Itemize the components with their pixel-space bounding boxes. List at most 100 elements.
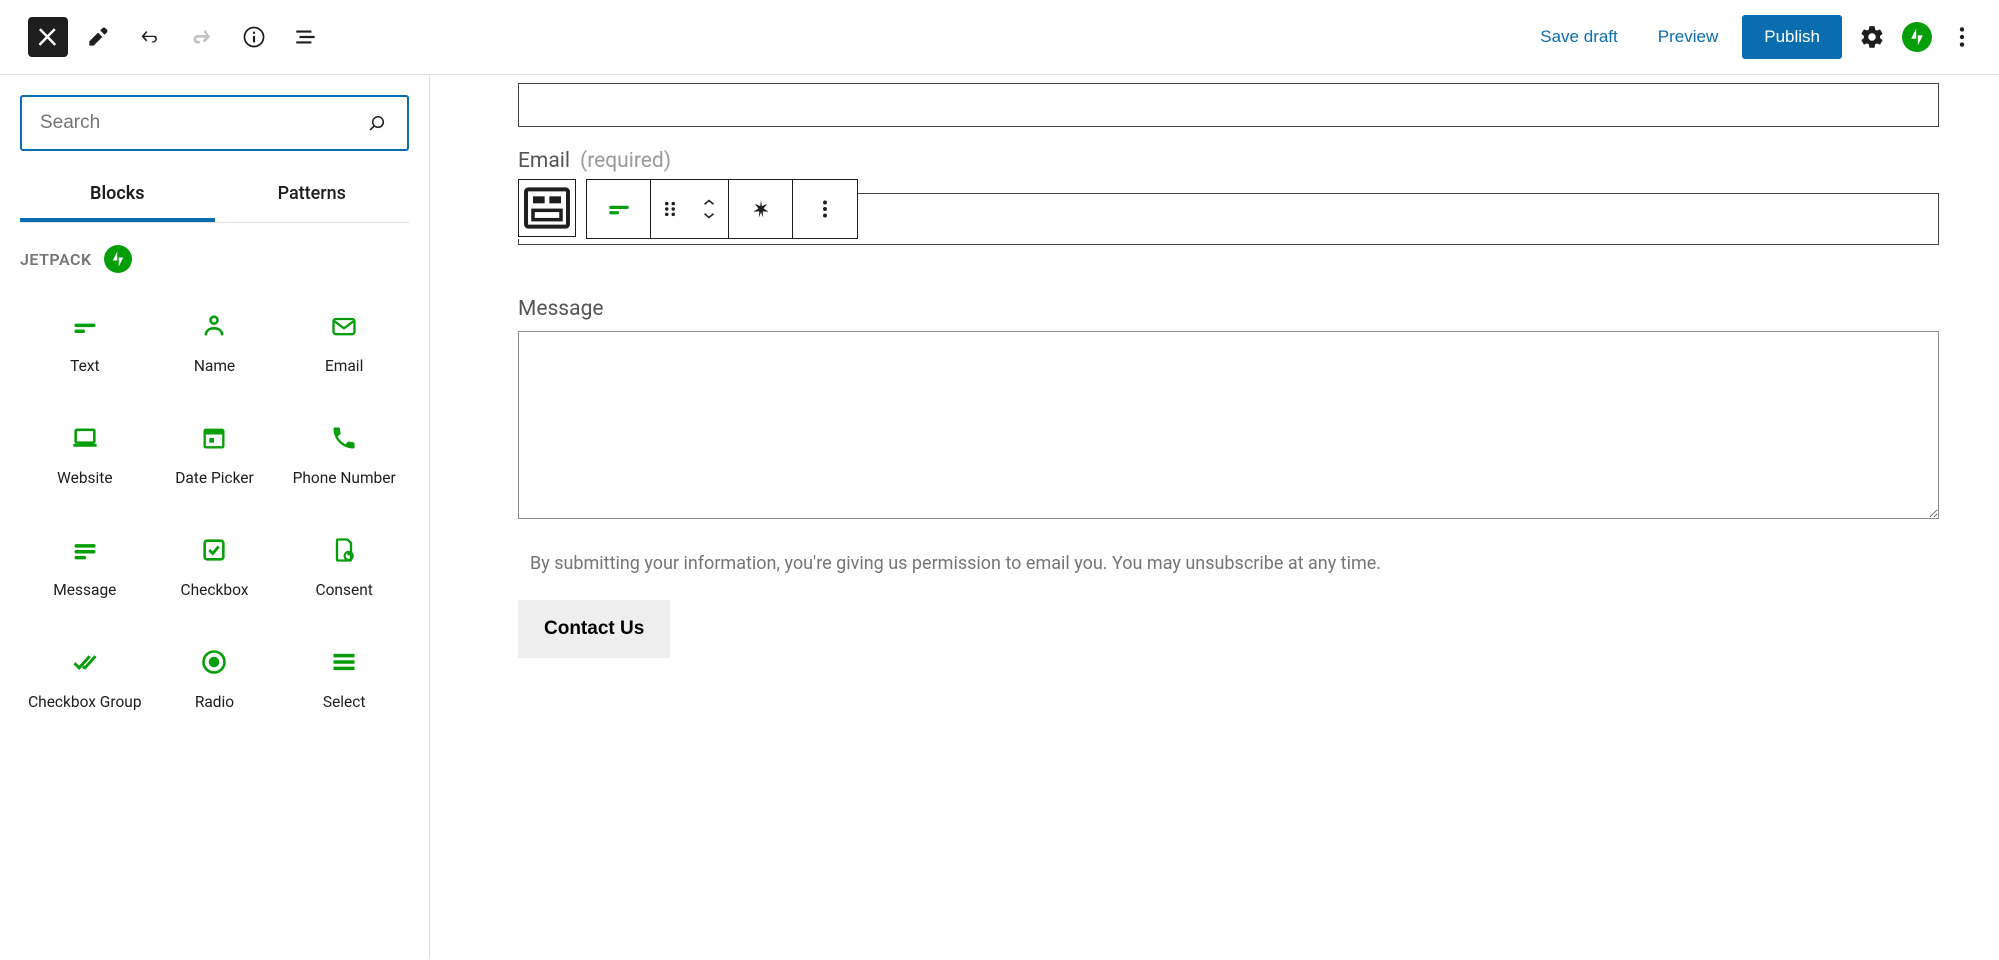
- block-checkbox-group[interactable]: Checkbox Group: [20, 621, 150, 733]
- toolbar-right: Save draft Preview Publish: [1524, 15, 1984, 59]
- name-input[interactable]: [518, 83, 1939, 127]
- undo-button[interactable]: [128, 15, 172, 59]
- save-draft-button[interactable]: Save draft: [1524, 17, 1634, 57]
- text-field-icon: [606, 196, 632, 222]
- editor-canvas: Email (required): [430, 75, 1999, 959]
- block-label: Radio: [195, 693, 234, 712]
- message-label: Message: [518, 297, 1939, 321]
- redo-button[interactable]: [180, 15, 224, 59]
- drag-icon: [657, 196, 683, 222]
- layout-container: Blocks Patterns JETPACK Text Name Email: [0, 75, 1999, 959]
- phone-icon: [329, 423, 359, 453]
- gear-icon: [1859, 24, 1885, 50]
- block-toolbar: [518, 179, 858, 239]
- block-date-picker[interactable]: Date Picker: [150, 397, 280, 509]
- publish-button[interactable]: Publish: [1742, 15, 1842, 59]
- top-toolbar: Save draft Preview Publish: [0, 0, 1999, 75]
- chevron-up-icon[interactable]: [700, 195, 718, 209]
- message-icon: [70, 535, 100, 565]
- label-text: Message: [518, 297, 604, 321]
- edit-button[interactable]: [76, 15, 120, 59]
- select-icon: [329, 647, 359, 677]
- double-check-icon: [70, 647, 100, 677]
- block-radio[interactable]: Radio: [150, 621, 280, 733]
- redo-icon: [189, 24, 215, 50]
- inserter-tabs: Blocks Patterns: [20, 169, 409, 223]
- block-select[interactable]: Select: [279, 621, 409, 733]
- outline-button[interactable]: [284, 15, 328, 59]
- section-header-jetpack: JETPACK: [20, 245, 409, 273]
- info-button[interactable]: [232, 15, 276, 59]
- info-icon: [241, 24, 267, 50]
- person-icon: [199, 311, 229, 341]
- email-field-block[interactable]: Email (required): [518, 149, 1939, 245]
- block-more-button[interactable]: [793, 180, 857, 238]
- consent-text: By submitting your information, you're g…: [530, 553, 1939, 574]
- block-label: Name: [194, 357, 235, 376]
- more-vertical-icon: [812, 196, 838, 222]
- block-label: Consent: [315, 581, 372, 600]
- block-checkbox[interactable]: Checkbox: [150, 509, 280, 621]
- more-options-button[interactable]: [1940, 15, 1984, 59]
- toolbar-left: [28, 15, 328, 59]
- preview-button[interactable]: Preview: [1642, 17, 1734, 57]
- block-label: Message: [53, 581, 116, 600]
- contact-us-button[interactable]: Contact Us: [518, 600, 670, 658]
- block-label: Email: [325, 357, 363, 376]
- list-view-icon: [293, 24, 319, 50]
- block-label: Checkbox Group: [28, 693, 141, 712]
- jetpack-icon: [1907, 27, 1927, 47]
- block-label: Text: [70, 357, 99, 376]
- required-toggle-button[interactable]: [729, 180, 793, 238]
- chevron-down-icon[interactable]: [700, 209, 718, 223]
- block-name[interactable]: Name: [150, 285, 280, 397]
- undo-icon: [137, 24, 163, 50]
- block-label: Date Picker: [175, 469, 254, 488]
- block-consent[interactable]: Consent: [279, 509, 409, 621]
- block-phone-number[interactable]: Phone Number: [279, 397, 409, 509]
- pencil-icon: [85, 24, 111, 50]
- text-field-icon: [70, 311, 100, 341]
- block-email[interactable]: Email: [279, 285, 409, 397]
- close-icon: [35, 24, 61, 50]
- radio-icon: [199, 647, 229, 677]
- checkbox-icon: [199, 535, 229, 565]
- message-field-block[interactable]: Message: [518, 297, 1939, 523]
- parent-block-button[interactable]: [518, 179, 576, 237]
- search-icon: [365, 111, 389, 135]
- label-text: Email: [518, 149, 570, 173]
- block-label: Website: [57, 469, 113, 488]
- block-label: Phone Number: [293, 469, 396, 488]
- section-title: JETPACK: [20, 250, 92, 269]
- required-indicator: (required): [580, 149, 671, 173]
- settings-button[interactable]: [1850, 15, 1894, 59]
- email-label: Email (required): [518, 149, 1939, 173]
- block-inserter-sidebar: Blocks Patterns JETPACK Text Name Email: [0, 75, 430, 959]
- block-text[interactable]: Text: [20, 285, 150, 397]
- laptop-icon: [70, 423, 100, 453]
- mover-buttons: [689, 180, 729, 238]
- block-label: Select: [323, 693, 366, 712]
- calendar-icon: [199, 423, 229, 453]
- block-website[interactable]: Website: [20, 397, 150, 509]
- jetpack-badge-icon: [104, 245, 132, 273]
- block-message[interactable]: Message: [20, 509, 150, 621]
- tab-patterns[interactable]: Patterns: [215, 169, 410, 222]
- block-grid: Text Name Email Website Date Picker Phon…: [20, 285, 409, 733]
- close-button[interactable]: [28, 17, 68, 57]
- message-textarea[interactable]: [518, 331, 1939, 519]
- mail-icon: [329, 311, 359, 341]
- form-block-icon: [519, 180, 575, 236]
- block-type-button[interactable]: [587, 180, 651, 238]
- search-field[interactable]: [20, 95, 409, 151]
- asterisk-icon: [748, 196, 774, 222]
- name-field-block[interactable]: [518, 83, 1939, 127]
- drag-handle[interactable]: [651, 180, 689, 238]
- search-input[interactable]: [40, 112, 365, 134]
- consent-icon: [329, 535, 359, 565]
- more-vertical-icon: [1949, 24, 1975, 50]
- block-toolbar-main: [586, 179, 858, 239]
- tab-blocks[interactable]: Blocks: [20, 169, 215, 222]
- block-label: Checkbox: [181, 581, 249, 600]
- jetpack-button[interactable]: [1902, 22, 1932, 52]
